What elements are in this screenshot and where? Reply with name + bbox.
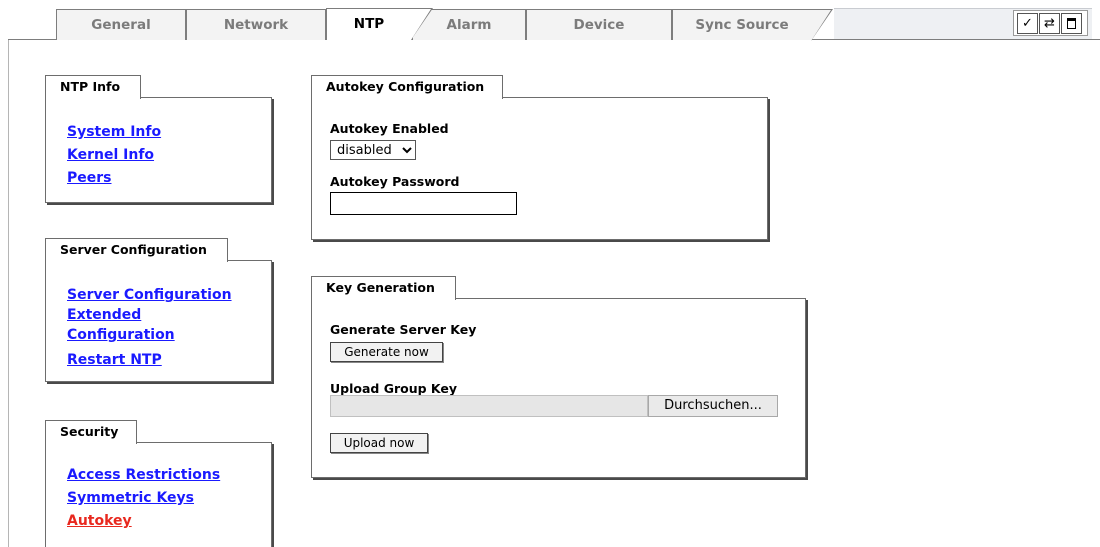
tab-slant [811, 9, 833, 41]
autokey-password-label: Autokey Password [330, 174, 460, 189]
toolbar: ✓ ⇄ [1013, 10, 1088, 36]
autokey-enabled-select[interactable]: disabled [330, 140, 416, 160]
tab-sync-source-label: Sync Source [695, 17, 789, 33]
tab-ntp-label: NTP [353, 16, 385, 32]
extended-configuration-link-line2[interactable]: Configuration [67, 327, 175, 343]
server-config-box: Server Configuration Extended Configurat… [45, 260, 272, 382]
check-icon[interactable]: ✓ [1017, 12, 1038, 34]
symmetric-keys-link[interactable]: Symmetric Keys [67, 490, 194, 506]
key-generation-box: Generate Server Key Generate now Upload … [311, 298, 806, 478]
system-info-link[interactable]: System Info [67, 124, 161, 140]
upload-group-key-label: Upload Group Key [330, 381, 458, 396]
upload-file-field[interactable] [330, 395, 648, 417]
kernel-info-link[interactable]: Kernel Info [67, 147, 154, 163]
autokey-config-title: Autokey Configuration [311, 75, 503, 99]
generate-now-button[interactable]: Generate now [330, 342, 443, 362]
browse-button[interactable]: Durchsuchen... [648, 395, 778, 417]
tab-network[interactable]: Network [186, 9, 326, 40]
key-generation-title: Key Generation [311, 276, 456, 300]
server-config-panel: Server Configuration Server Configuratio… [45, 238, 275, 386]
extended-configuration-link[interactable]: Extended [67, 307, 141, 323]
tab-ntp[interactable]: NTP [326, 8, 433, 40]
security-title: Security [45, 420, 137, 444]
tab-sync-source[interactable]: Sync Source [672, 9, 833, 41]
security-panel: Security Access Restrictions Symmetric K… [45, 420, 275, 547]
autokey-config-panel: Autokey Configuration Autokey Enabled di… [311, 75, 771, 243]
tab-device[interactable]: Device [526, 9, 672, 40]
key-generation-panel: Key Generation Generate Server Key Gener… [311, 276, 809, 480]
document-icon[interactable] [1061, 12, 1082, 34]
generate-server-key-label: Generate Server Key [330, 322, 477, 337]
ntp-info-panel: NTP Info System Info Kernel Info Peers [45, 75, 275, 205]
swap-icon[interactable]: ⇄ [1039, 12, 1060, 34]
autokey-enabled-label: Autokey Enabled [330, 121, 449, 136]
autokey-config-box: Autokey Enabled disabled Autokey Passwor… [311, 97, 768, 240]
ntp-info-title: NTP Info [45, 75, 141, 99]
server-config-title: Server Configuration [45, 238, 228, 262]
server-configuration-link[interactable]: Server Configuration [67, 287, 232, 303]
security-box: Access Restrictions Symmetric Keys Autok… [45, 442, 272, 547]
page-left-border [8, 40, 9, 547]
upload-now-button[interactable]: Upload now [330, 433, 428, 453]
ntp-info-box: System Info Kernel Info Peers [45, 97, 272, 203]
peers-link[interactable]: Peers [67, 170, 112, 186]
document-glyph [1067, 17, 1076, 29]
autokey-password-field[interactable] [330, 192, 517, 215]
access-restrictions-link[interactable]: Access Restrictions [67, 467, 220, 483]
tab-general[interactable]: General [56, 9, 186, 40]
tab-slant [411, 8, 433, 40]
autokey-link[interactable]: Autokey [67, 513, 132, 529]
tab-bar: General Network Device Sync Source Alarm… [0, 0, 1100, 47]
restart-ntp-link[interactable]: Restart NTP [67, 352, 162, 368]
